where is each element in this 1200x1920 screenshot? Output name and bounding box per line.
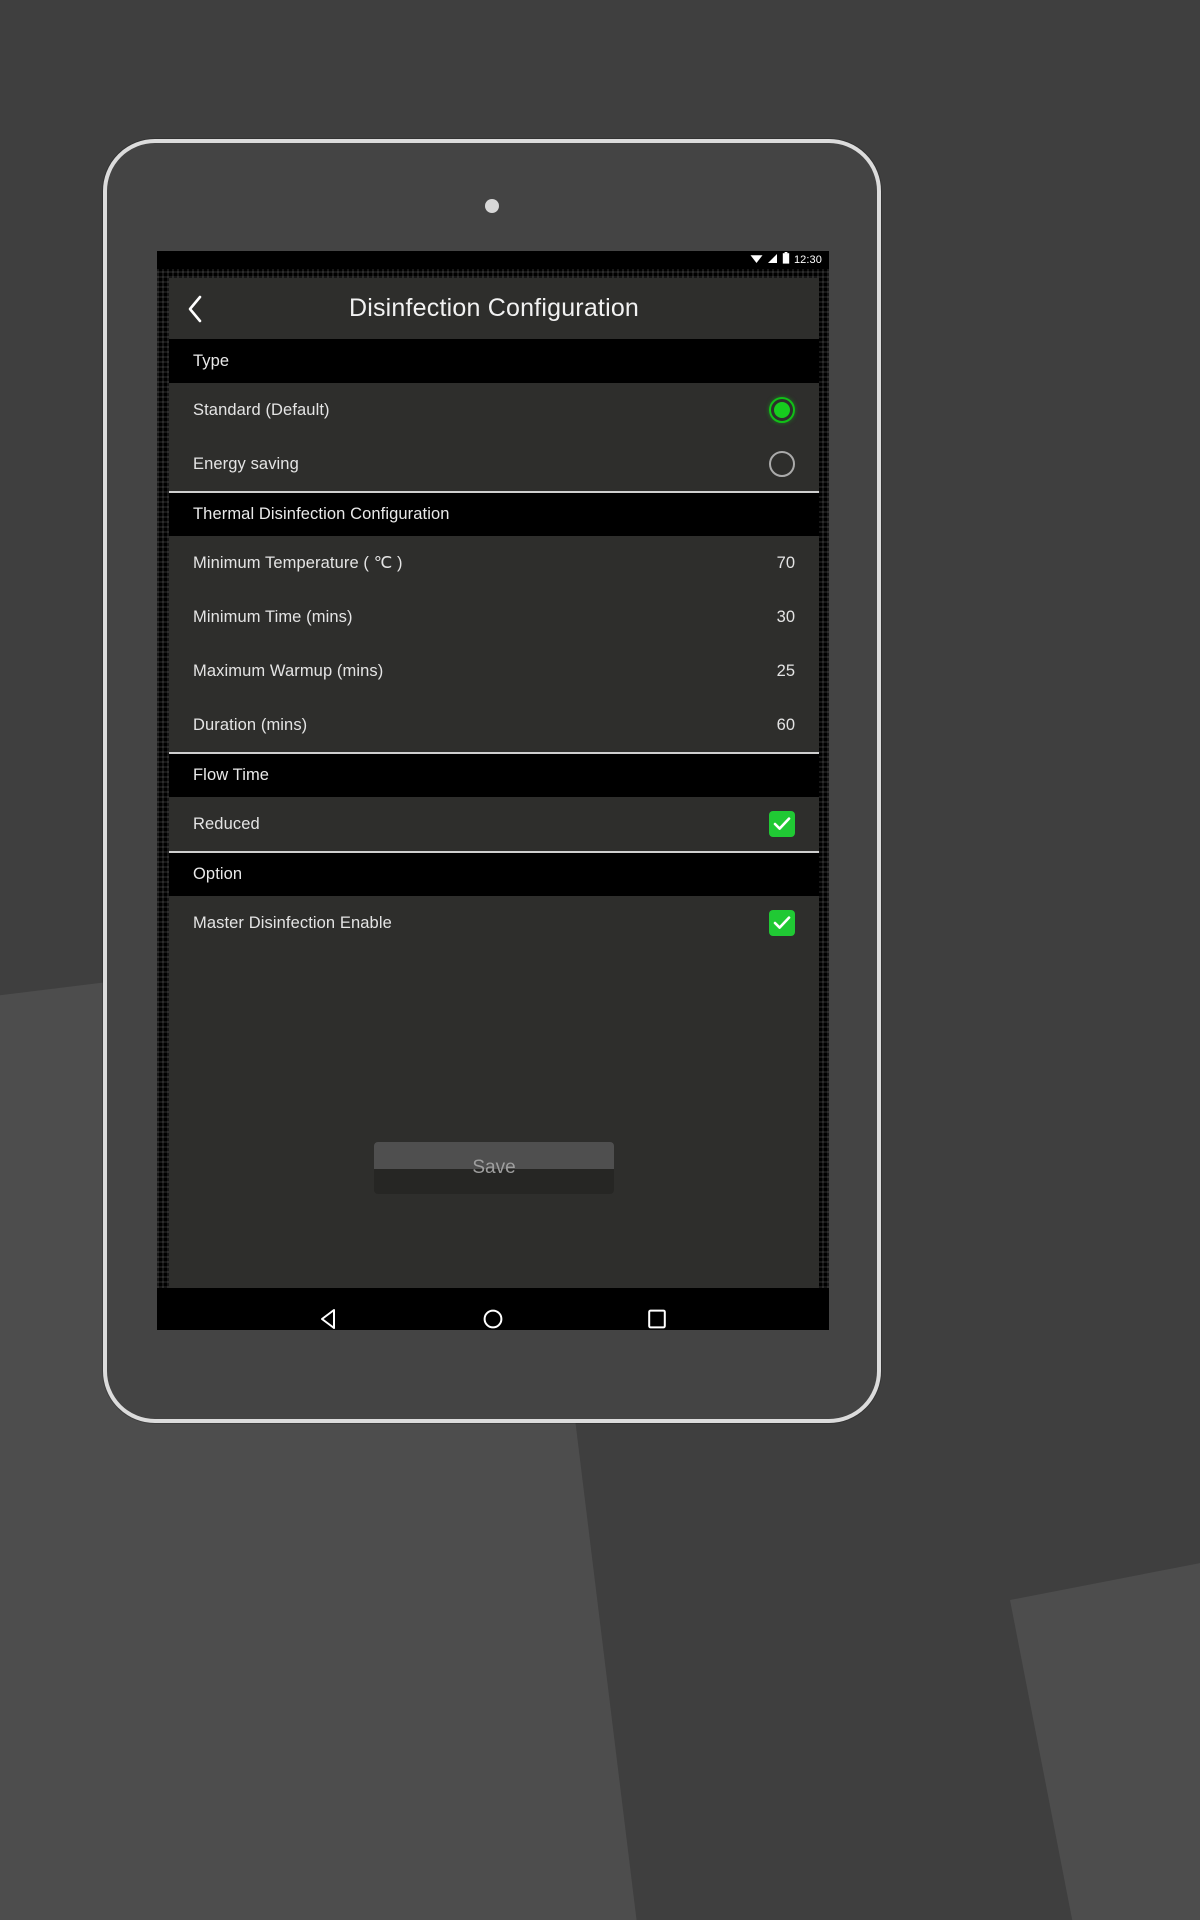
row-minimum-temperature[interactable]: Minimum Temperature ( ℃ ) 70 [169, 536, 819, 590]
row-maximum-warmup[interactable]: Maximum Warmup (mins) 25 [169, 644, 819, 698]
section-header-flow-time: Flow Time [169, 752, 819, 797]
row-duration[interactable]: Duration (mins) 60 [169, 698, 819, 752]
checkbox-reduced[interactable] [769, 811, 795, 837]
settings-list: Type Standard (Default) Energy saving Th… [169, 340, 819, 1288]
row-label: Maximum Warmup (mins) [193, 661, 384, 680]
row-energy-saving[interactable]: Energy saving [169, 437, 819, 491]
nav-home-button[interactable] [465, 1288, 521, 1330]
nav-back-button[interactable] [301, 1288, 357, 1330]
status-clock: 12:30 [793, 253, 822, 266]
save-button[interactable]: Save [374, 1142, 614, 1194]
tablet-screen: 12:30 Disinfection Configuration Type St… [157, 251, 829, 1330]
signal-icon [767, 251, 778, 269]
tablet-device-frame: 12:30 Disinfection Configuration Type St… [103, 139, 881, 1423]
back-button[interactable] [169, 278, 221, 340]
nav-back-icon [318, 1308, 340, 1330]
value-duration[interactable]: 60 [777, 716, 795, 735]
radio-standard-default[interactable] [769, 397, 795, 423]
row-label: Minimum Time (mins) [193, 607, 353, 626]
section-header-option: Option [169, 851, 819, 896]
save-button-container: Save [169, 1142, 819, 1194]
battery-icon [782, 251, 790, 269]
wifi-icon [750, 251, 763, 269]
row-label: Minimum Temperature ( ℃ ) [193, 554, 403, 572]
nav-home-icon [482, 1308, 504, 1330]
row-master-disinfection-enable[interactable]: Master Disinfection Enable [169, 896, 819, 950]
row-minimum-time[interactable]: Minimum Time (mins) 30 [169, 590, 819, 644]
chevron-left-icon [187, 295, 203, 323]
check-icon [773, 817, 791, 831]
radio-energy-saving[interactable] [769, 451, 795, 477]
app-content: Disinfection Configuration Type Standard… [169, 278, 819, 1288]
row-reduced[interactable]: Reduced [169, 797, 819, 851]
section-header-thermal-disinfection-configuration: Thermal Disinfection Configuration [169, 491, 819, 536]
page-backdrop: 12:30 Disinfection Configuration Type St… [0, 0, 1200, 1920]
status-bar: 12:30 [157, 251, 829, 269]
row-label: Energy saving [193, 454, 299, 473]
value-maximum-warmup[interactable]: 25 [777, 662, 795, 681]
row-standard-default[interactable]: Standard (Default) [169, 383, 819, 437]
page-title: Disinfection Configuration [348, 294, 640, 322]
nav-recents-button[interactable] [629, 1288, 685, 1330]
nav-recents-icon [646, 1308, 668, 1330]
backdrop-diagonal-right [1010, 1454, 1200, 1920]
android-navigation-bar [157, 1288, 829, 1330]
row-label: Duration (mins) [193, 715, 308, 734]
check-icon [773, 916, 791, 930]
section-header-type: Type [169, 340, 819, 383]
row-label: Reduced [193, 814, 260, 833]
value-minimum-temperature[interactable]: 70 [777, 554, 795, 573]
row-label: Standard (Default) [193, 400, 330, 419]
front-camera-dot [485, 199, 499, 213]
row-label: Master Disinfection Enable [193, 913, 392, 932]
app-viewport: Disinfection Configuration Type Standard… [157, 269, 829, 1288]
checkbox-master-disinfection-enable[interactable] [769, 910, 795, 936]
value-minimum-time[interactable]: 30 [777, 608, 795, 627]
app-bar: Disinfection Configuration [169, 278, 819, 340]
